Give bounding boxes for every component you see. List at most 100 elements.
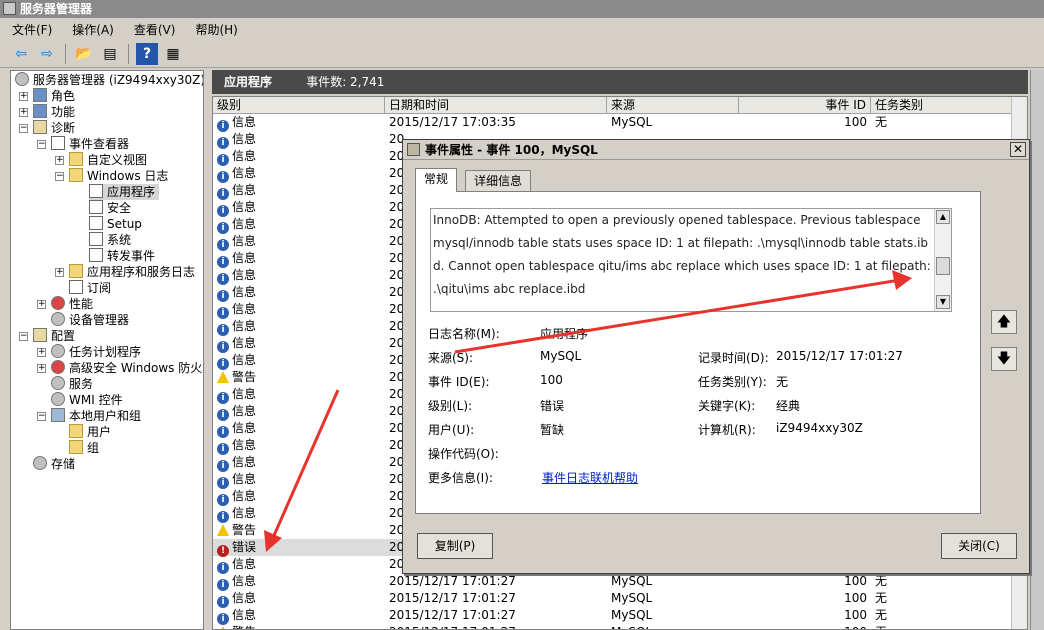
tree-item-forwarded-events[interactable]: 转发事件 (89, 248, 155, 264)
tree-item-diagnostics[interactable]: 诊断 (33, 120, 75, 136)
tree-item-services[interactable]: 服务 (51, 376, 93, 392)
column-source[interactable]: 来源 (607, 97, 739, 114)
level-cell: 警告 (217, 369, 383, 386)
column-task-category[interactable]: 任务类别 (871, 97, 1013, 114)
column-level[interactable]: 级别 (213, 97, 385, 114)
table-row[interactable]: i 信息 2015/12/17 17:01:27 MySQL 100 无 (213, 590, 1013, 608)
close-icon[interactable]: ✕ (1010, 142, 1026, 157)
log-icon (89, 200, 103, 214)
opcode-label: 操作代码(O): (428, 447, 499, 461)
configuration-icon (33, 328, 47, 342)
tree-item-system[interactable]: 系统 (89, 232, 131, 248)
event-count: 事件数: 2,741 (306, 75, 385, 89)
copy-button[interactable]: 复制(P) (417, 533, 493, 559)
menu-view[interactable]: 查看(V) (134, 21, 176, 38)
tree-item-application[interactable]: 应用程序 (89, 184, 160, 200)
roles-icon (33, 88, 47, 102)
expand-icon[interactable]: + (55, 156, 64, 165)
forward-icon[interactable]: ⇨ (36, 43, 58, 65)
tab-details[interactable]: 详细信息 (465, 170, 532, 192)
level-cell: i 信息 (217, 301, 383, 319)
log-icon (89, 184, 103, 198)
user-label: 用户(U): (428, 423, 475, 437)
table-row[interactable]: 警告 2015/12/17 17:01:27 MySQL 100 无 (213, 624, 1013, 629)
table-row[interactable]: i 信息 2015/12/17 17:01:27 MySQL 100 无 (213, 607, 1013, 625)
menu-action[interactable]: 操作(A) (72, 21, 114, 38)
task-category-label: 任务类别(Y): (698, 375, 767, 389)
tree-item-task-scheduler[interactable]: 任务计划程序 (51, 344, 141, 360)
level-cell: i 信息 (217, 488, 383, 506)
expand-icon[interactable]: + (37, 364, 46, 373)
column-event-id[interactable]: 事件 ID (739, 97, 871, 114)
tree-item-event-viewer[interactable]: 事件查看器 (51, 136, 129, 152)
tree-item-windows-logs[interactable]: Windows 日志 (69, 168, 168, 184)
previous-event-button[interactable]: 🡅 (991, 310, 1017, 334)
computer-value: iZ9494xxy30Z (776, 421, 863, 435)
expand-icon[interactable]: + (37, 300, 46, 309)
scroll-up-icon[interactable]: ▲ (936, 210, 950, 224)
menu-help[interactable]: 帮助(H) (195, 21, 237, 38)
tree-item-app-service-logs[interactable]: 应用程序和服务日志 (69, 264, 195, 280)
tree-item-device-manager[interactable]: 设备管理器 (51, 312, 129, 328)
menu-file[interactable]: 文件(F) (12, 21, 52, 38)
message-scrollbar[interactable]: ▲ ▼ (934, 209, 951, 311)
subscriptions-icon (69, 280, 83, 294)
scroll-down-icon[interactable]: ▼ (936, 295, 950, 309)
scroll-thumb[interactable] (936, 257, 950, 275)
show-tree-icon[interactable]: ▤ (99, 43, 121, 65)
tree-item-setup[interactable]: Setup (89, 216, 142, 232)
level-label: 级别(L): (428, 399, 473, 413)
tree-root[interactable]: 服务器管理器 (iZ9494xxy30Z) (15, 72, 203, 88)
tree-item-roles[interactable]: 角色 (33, 88, 75, 104)
tree-item-performance[interactable]: 性能 (51, 296, 93, 312)
collapse-icon[interactable]: − (37, 140, 46, 149)
up-folder-icon[interactable]: 📂 (73, 43, 95, 65)
back-icon[interactable]: ⇦ (10, 43, 32, 65)
expand-icon[interactable]: + (19, 108, 28, 117)
help-icon[interactable]: ? (136, 42, 158, 65)
level-cell: i 信息 (217, 250, 383, 268)
properties-icon[interactable]: ▦ (162, 43, 184, 65)
table-row[interactable]: i 信息 2015/12/17 17:03:35 MySQL 100 无 (213, 114, 1013, 132)
user-value: 暂缺 (540, 423, 565, 437)
column-datetime[interactable]: 日期和时间 (385, 97, 607, 114)
collapse-icon[interactable]: − (55, 172, 64, 181)
level-cell: i 信息 (217, 607, 383, 625)
tree-item-groups[interactable]: 组 (69, 440, 99, 456)
tree-item-custom-views[interactable]: 自定义视图 (69, 152, 147, 168)
tree-item-local-users-groups[interactable]: 本地用户和组 (51, 408, 141, 424)
task-cell: 无 (875, 574, 888, 588)
collapse-icon[interactable]: − (19, 332, 28, 341)
level-cell: 警告 (217, 624, 383, 629)
expand-icon[interactable]: + (19, 92, 28, 101)
expand-icon[interactable]: + (55, 268, 64, 277)
dialog-title: 事件属性 - 事件 100，MySQL (425, 143, 598, 157)
next-event-button[interactable]: 🡇 (991, 347, 1017, 371)
tree-item-configuration[interactable]: 配置 (33, 328, 75, 344)
collapse-icon[interactable]: − (19, 124, 28, 133)
table-row[interactable]: i 信息 2015/12/17 17:01:27 MySQL 100 无 (213, 573, 1013, 591)
tree-item-features[interactable]: 功能 (33, 104, 75, 120)
tree-item-wmi-control[interactable]: WMI 控件 (51, 392, 123, 408)
tree-item-users[interactable]: 用户 (69, 424, 111, 440)
datetime-cell: 2015/12/17 17:01:27 (389, 624, 589, 629)
event-message-box[interactable]: InnoDB: Attempted to open a previously o… (430, 208, 952, 312)
tree-item-storage[interactable]: 存储 (33, 456, 75, 472)
tab-general[interactable]: 常规 (415, 168, 458, 192)
online-help-link[interactable]: 事件日志联机帮助 (542, 469, 638, 486)
level-cell: i 信息 (217, 182, 383, 200)
collapse-icon[interactable]: − (37, 412, 46, 421)
window-title-bar: 服务器管理器 (0, 0, 1044, 18)
tree-item-security[interactable]: 安全 (89, 200, 131, 216)
tree-item-subscriptions[interactable]: 订阅 (69, 280, 111, 296)
close-button[interactable]: 关闭(C) (941, 533, 1017, 559)
level-cell: i 信息 (217, 590, 383, 608)
level-cell: i 信息 (217, 267, 383, 285)
logged-label: 记录时间(D): (698, 351, 769, 365)
users-icon (51, 408, 65, 422)
log-icon (89, 232, 103, 246)
level-value: 错误 (540, 399, 565, 413)
event-properties-dialog: 事件属性 - 事件 100，MySQL ✕ 常规 详细信息 InnoDB: At… (402, 139, 1030, 574)
tree-item-firewall[interactable]: 高级安全 Windows 防火墙 (51, 360, 203, 376)
expand-icon[interactable]: + (37, 348, 46, 357)
